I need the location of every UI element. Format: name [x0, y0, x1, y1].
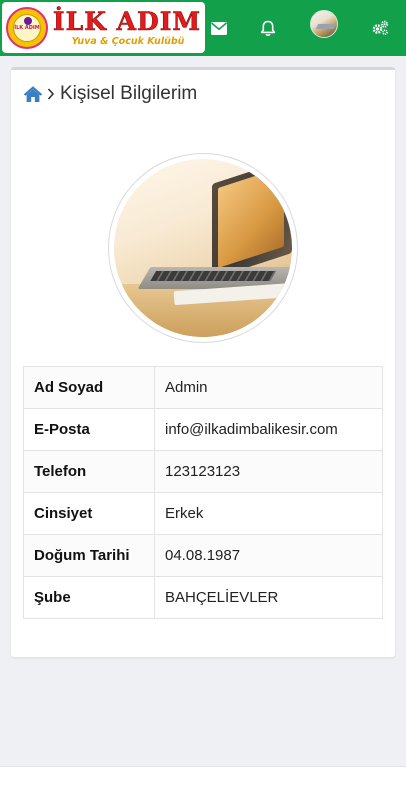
row-label: Telefon [23, 450, 155, 493]
brand-logo[interactable]: İLK ADIM İLK ADIM Yuva & Çocuk Kulübü [2, 2, 205, 53]
row-value: Erkek [154, 492, 383, 535]
row-label: Cinsiyet [23, 492, 155, 535]
logo-emblem-icon: İLK ADIM [6, 7, 48, 49]
row-value: 04.08.1987 [154, 534, 383, 577]
row-label: E-Posta [23, 408, 155, 451]
page-title: Kişisel Bilgilerim [60, 83, 198, 104]
row-label: Şube [23, 576, 155, 619]
top-navbar: İLK ADIM İLK ADIM Yuva & Çocuk Kulübü [0, 0, 406, 56]
table-row: Cinsiyet Erkek [23, 492, 383, 535]
row-value: 123123123 [154, 450, 383, 493]
table-row: E-Posta info@ilkadimbalikesir.com [23, 408, 383, 451]
table-row: Telefon 123123123 [23, 450, 383, 493]
profile-photo-frame [108, 153, 298, 343]
logo-emblem-text: İLK ADIM [14, 25, 40, 31]
personal-info-table: Ad Soyad Admin E-Posta info@ilkadimbalik… [23, 366, 383, 619]
profile-photo [114, 159, 292, 337]
home-icon[interactable] [23, 85, 43, 103]
profile-card: Kişisel Bilgilerim Ad Soyad Admin E-Post… [11, 67, 395, 657]
gears-icon [372, 20, 389, 35]
table-row: Şube BAHÇELİEVLER [23, 576, 383, 619]
brand-subtitle: Yuva & Çocuk Kulübü [71, 36, 185, 47]
table-row: Ad Soyad Admin [23, 366, 383, 409]
bell-icon [260, 20, 276, 36]
row-value: info@ilkadimbalikesir.com [154, 408, 383, 451]
table-row: Doğum Tarihi 04.08.1987 [23, 534, 383, 577]
user-avatar[interactable] [310, 10, 338, 38]
row-label: Doğum Tarihi [23, 534, 155, 577]
row-value: Admin [154, 366, 383, 409]
row-value: BAHÇELİEVLER [154, 576, 383, 619]
messages-button[interactable] [206, 14, 232, 42]
settings-button[interactable] [367, 14, 393, 42]
chevron-right-icon [47, 88, 55, 100]
bottom-bar [0, 766, 406, 800]
brand-title: İLK ADIM [52, 7, 202, 36]
breadcrumb: Kişisel Bilgilerim [23, 83, 197, 105]
row-label: Ad Soyad [23, 366, 155, 409]
envelope-icon [211, 21, 227, 35]
notifications-button[interactable] [255, 14, 281, 42]
